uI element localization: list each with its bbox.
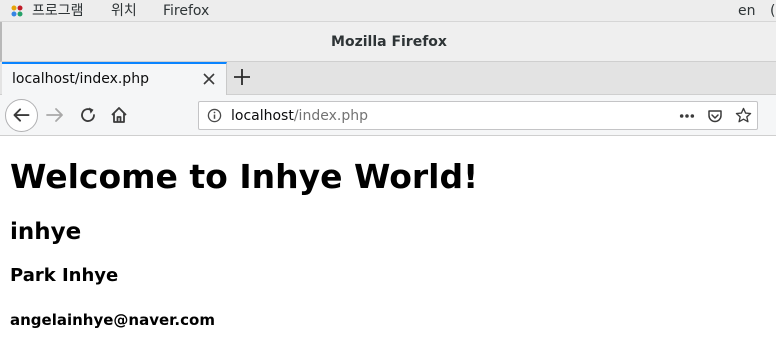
url-text[interactable]: localhost/index.php [231, 107, 368, 125]
pocket-icon[interactable] [707, 108, 723, 124]
tab-localhost[interactable]: localhost/index.php [2, 62, 227, 95]
back-arrow-icon [13, 108, 30, 122]
home-icon[interactable] [110, 106, 128, 124]
email-heading: angelainhye@naver.com [10, 311, 215, 329]
close-icon[interactable] [203, 73, 215, 85]
info-icon[interactable] [207, 108, 222, 123]
window-title-bar: Mozilla Firefox [0, 22, 776, 62]
language-indicator[interactable]: en [738, 2, 756, 20]
url-path: /index.php [293, 108, 368, 124]
forward-arrow-icon[interactable] [45, 105, 65, 125]
tab-title: localhost/index.php [12, 71, 149, 87]
navigation-toolbar: localhost/index.php [0, 95, 776, 136]
active-app-menu[interactable]: Firefox [163, 2, 209, 20]
reload-icon[interactable] [79, 106, 97, 124]
tab-strip: localhost/index.php [0, 62, 776, 95]
url-bar[interactable]: localhost/index.php [198, 101, 758, 130]
back-button[interactable] [5, 99, 38, 132]
places-menu[interactable]: 위치 [111, 2, 137, 20]
page-heading: Welcome to Inhye World! [10, 157, 479, 196]
system-top-bar: 프로그램 위치 Firefox en ( [0, 0, 776, 22]
page-content: Welcome to Inhye World! inhye Park Inhye… [0, 137, 776, 362]
full-name-heading: Park Inhye [10, 265, 119, 286]
url-host: localhost [231, 108, 294, 124]
system-status-glyph[interactable]: ( [770, 2, 775, 20]
applications-menu-icon[interactable] [10, 4, 24, 18]
star-icon[interactable] [735, 107, 752, 124]
username-heading: inhye [10, 219, 82, 245]
more-dots-icon[interactable] [679, 113, 695, 119]
plus-icon[interactable] [233, 68, 251, 86]
applications-menu[interactable]: 프로그램 [32, 2, 84, 20]
window-title: Mozilla Firefox [331, 34, 447, 50]
